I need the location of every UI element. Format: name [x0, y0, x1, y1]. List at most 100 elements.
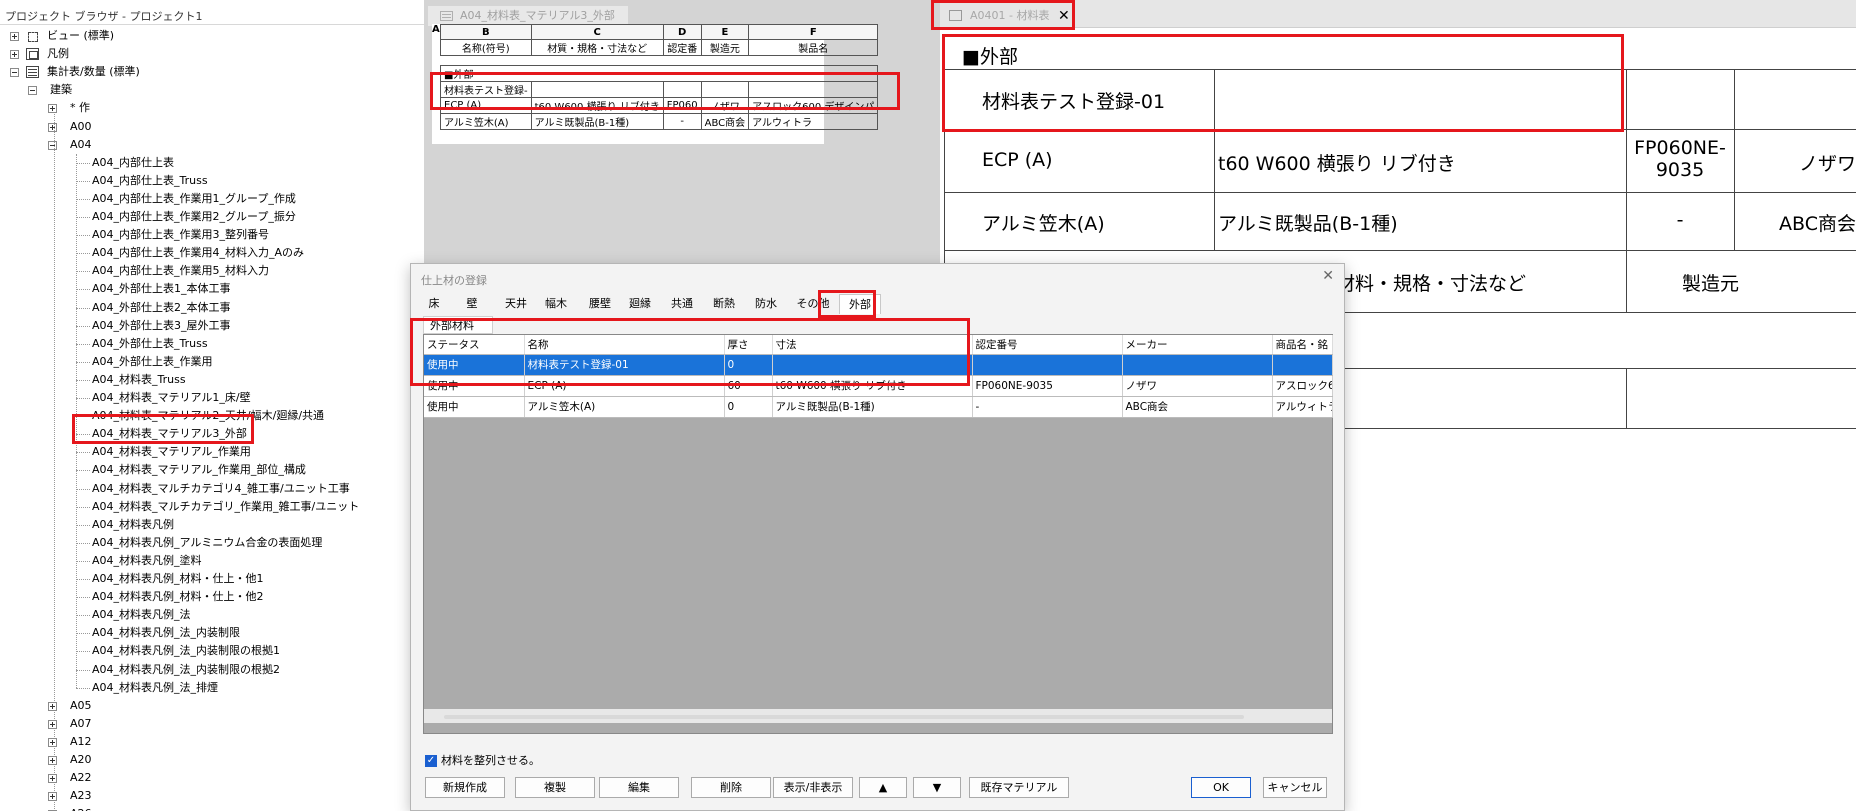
tree-item-schedule[interactable]: A04_材料表凡例_法 — [0, 606, 420, 624]
tree-item-schedule[interactable]: A04_材料表凡例_法_排煙 — [0, 679, 420, 697]
tree-node-0[interactable]: * 作 — [0, 99, 420, 117]
copy-button[interactable]: 複製 — [515, 777, 595, 798]
column-header[interactable]: 厚さ — [724, 335, 773, 355]
dialog-tab-10[interactable]: 外部 — [839, 294, 881, 314]
material-cell-thickness[interactable]: 0 — [724, 354, 773, 376]
material-cell-status[interactable]: 使用中 — [424, 354, 525, 376]
cancel-button[interactable]: キャンセル — [1263, 777, 1327, 798]
subtab-exterior-materials[interactable]: 外部材料 — [423, 316, 493, 334]
material-cell-thickness[interactable]: 0 — [724, 396, 773, 418]
schedule-row[interactable]: ECP (A) t60 W600 横張り リブ付き FP060 ノザワ アスロック600… — [440, 97, 879, 114]
material-cell-product[interactable]: アスロック600 — [1272, 375, 1333, 397]
material-cell-size[interactable]: t60 W600 横張り リブ付き — [772, 375, 973, 397]
material-cell-maker[interactable]: ABC商会 — [1122, 396, 1273, 418]
material-cell-name[interactable]: アルミ笠木(A) — [524, 396, 725, 418]
tree-item-schedule[interactable]: A04_外部仕上表2_本体工事 — [0, 299, 420, 317]
tree-item-schedule[interactable]: A04_外部仕上表1_本体工事 — [0, 280, 420, 298]
schedule-cell[interactable]: ノザワ — [700, 97, 750, 114]
expand-toggle-icon[interactable] — [10, 50, 19, 60]
tree-node-2[interactable]: A04 — [0, 136, 420, 154]
tree-node-after-1[interactable]: A07 — [0, 715, 420, 733]
ok-button[interactable]: OK — [1191, 777, 1251, 798]
material-cell-product[interactable]: アルウィトラ — [1272, 396, 1333, 418]
dialog-tab-4[interactable]: 腰壁 — [583, 294, 617, 314]
dialog-tab-6[interactable]: 共通 — [665, 294, 699, 314]
column-header[interactable]: 寸法 — [772, 335, 973, 355]
sheet-cell-name[interactable]: 材料表テスト登録-01 — [982, 87, 1165, 114]
schedule-view-tab[interactable]: A04_材料表_マテリアル3_外部 — [428, 6, 628, 26]
sheet-cell-spec[interactable]: アルミ既製品(B-1種) — [1218, 209, 1398, 236]
tree-item-schedule[interactable]: A04_内部仕上表_作業用1_グループ_作成 — [0, 190, 420, 208]
tree-node-after-5[interactable]: A23 — [0, 787, 420, 805]
dialog-tab-0[interactable]: 床 — [419, 294, 449, 314]
material-cell-status[interactable]: 使用中 — [424, 396, 525, 418]
schedule-cell[interactable]: ECP (A) — [440, 97, 532, 114]
column-letter[interactable]: D — [662, 24, 702, 40]
tree-item-schedule[interactable]: A04_外部仕上表_作業用 — [0, 353, 420, 371]
delete-button[interactable]: 削除 — [691, 777, 771, 798]
align-materials-checkbox[interactable]: ✓ 材料を整列させる。 — [425, 754, 540, 768]
dialog-tab-5[interactable]: 廻縁 — [623, 294, 657, 314]
tree-item-schedule[interactable]: A04_材料表_マルチカテゴリ_作業用_雑工事/ユニット — [0, 498, 420, 516]
tree-node-arch[interactable]: 建築 — [0, 81, 420, 99]
expand-toggle-icon[interactable] — [10, 32, 19, 41]
schedule-row[interactable]: アルミ笠木(A) アルミ既製品(B-1種) - ABC商会 アルウィトラ — [440, 113, 879, 130]
sheet-cell-cert[interactable]: FP060NE- 9035 — [1626, 137, 1734, 181]
tree-item-schedule[interactable]: A04_材料表凡例_法_内装制限 — [0, 624, 420, 642]
column-header[interactable]: 名称 — [524, 335, 725, 355]
tree-item-schedule[interactable]: A04_材料表_マテリアル3_外部 — [0, 425, 420, 443]
schedule-row[interactable]: 材料表テスト登録- — [440, 81, 879, 98]
expand-toggle-icon[interactable] — [48, 792, 57, 802]
schedule-cell[interactable]: アルミ既製品(B-1種) — [530, 113, 664, 130]
material-cell-thickness[interactable]: 60 — [724, 375, 773, 397]
tree-item-schedule[interactable]: A04_材料表_Truss — [0, 371, 420, 389]
tree-item-schedule[interactable]: A04_材料表_マテリアル1_床/壁 — [0, 389, 420, 407]
dialog-tab-1[interactable]: 壁 — [457, 294, 487, 314]
tree-item-schedule[interactable]: A04_内部仕上表_作業用4_材料入力_Aのみ — [0, 244, 420, 262]
schedule-cell[interactable] — [530, 81, 664, 98]
sheet-cell-maker[interactable]: ノザワ — [1734, 149, 1856, 176]
tree-item-schedule[interactable]: A04_内部仕上表_作業用5_材料入力 — [0, 262, 420, 280]
tree-item-schedule[interactable]: A04_材料表凡例_アルミニウム合金の表面処理 — [0, 534, 420, 552]
schedule-cell[interactable]: - — [662, 113, 702, 130]
tree-item-schedule[interactable]: A04_材料表凡例 — [0, 516, 420, 534]
expand-toggle-icon[interactable] — [48, 774, 57, 784]
close-icon[interactable]: ✕ — [1058, 4, 1070, 28]
column-header[interactable]: ステータス — [424, 335, 525, 355]
tree-item-schedule[interactable]: A04_内部仕上表_作業用3_整列番号 — [0, 226, 420, 244]
schedule-cell[interactable]: FP060 — [662, 97, 702, 114]
expand-toggle-icon[interactable] — [48, 701, 57, 711]
dialog-tab-7[interactable]: 断熱 — [707, 294, 741, 314]
expand-toggle-icon[interactable] — [10, 68, 19, 78]
expand-toggle-icon[interactable] — [48, 719, 57, 729]
column-letter[interactable]: F — [748, 24, 879, 40]
sheet-cell-spec[interactable]: t60 W600 横張り リブ付き — [1218, 149, 1456, 176]
material-cell-size[interactable] — [772, 354, 973, 376]
move-up-button[interactable]: ▲ — [859, 777, 907, 798]
edit-button[interactable]: 編集 — [599, 777, 679, 798]
schedule-cell[interactable]: ABC商会 — [700, 113, 750, 130]
material-cell-name[interactable]: ECP (A) — [524, 375, 725, 397]
schedule-cell[interactable] — [662, 81, 702, 98]
dialog-tab-8[interactable]: 防水 — [749, 294, 783, 314]
checkbox-check-icon[interactable]: ✓ — [425, 755, 437, 767]
material-row[interactable]: 使用中 材料表テスト登録-01 0 — [424, 354, 1333, 376]
material-cell-maker[interactable] — [1122, 354, 1273, 376]
schedule-cell[interactable]: 材料表テスト登録- — [440, 81, 532, 98]
schedule-cell[interactable]: アルミ笠木(A) — [440, 113, 532, 130]
tree-item-schedule[interactable]: A04_外部仕上表_Truss — [0, 335, 420, 353]
existing-material-button[interactable]: 既存マテリアル — [969, 777, 1069, 798]
schedule-cell[interactable]: アルウィトラ — [748, 113, 879, 130]
material-cell-name[interactable]: 材料表テスト登録-01 — [524, 354, 725, 376]
column-header[interactable]: 認定番号 — [972, 335, 1123, 355]
horizontal-scrollbar[interactable] — [424, 709, 1332, 723]
expand-toggle-icon[interactable] — [48, 756, 57, 765]
column-letter[interactable]: C — [530, 24, 664, 40]
tree-item-schedule[interactable]: A04_材料表凡例_塗料 — [0, 552, 420, 570]
dialog-close-icon[interactable]: ✕ — [1322, 268, 1334, 284]
expand-toggle-icon[interactable] — [48, 122, 57, 132]
sheet-cell-name[interactable]: アルミ笠木(A) — [982, 209, 1105, 236]
tree-node-after-2[interactable]: A12 — [0, 733, 420, 751]
move-down-button[interactable]: ▼ — [913, 777, 961, 798]
schedule-cell[interactable]: アスロック600 デザインパ — [748, 97, 879, 114]
